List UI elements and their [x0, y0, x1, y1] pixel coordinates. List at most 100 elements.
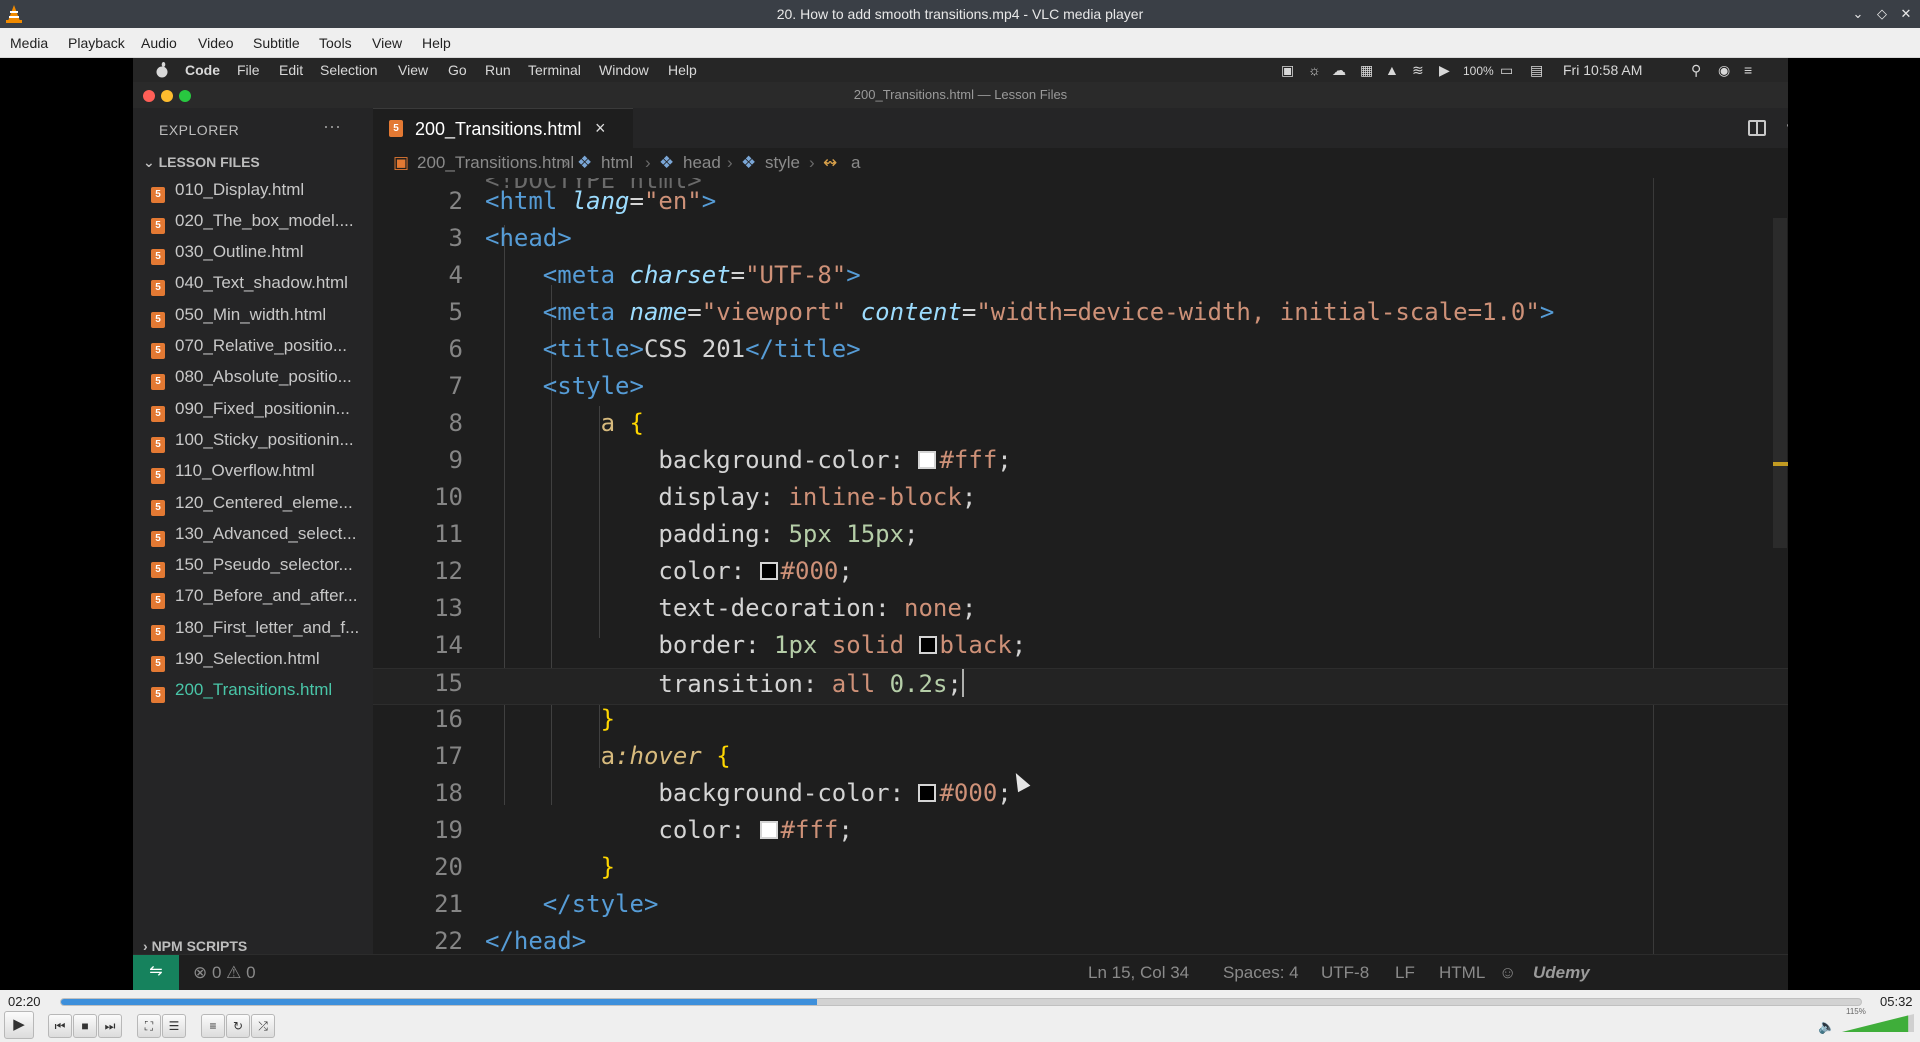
line-number: 14 — [434, 631, 463, 659]
line-number: 22 — [434, 927, 463, 954]
code-text: text-decoration: none; — [658, 594, 977, 622]
shuffle-button[interactable]: ⤮ — [251, 1014, 275, 1038]
seek-bar[interactable] — [60, 998, 1862, 1006]
code-line: 3 <head> — [373, 224, 1788, 261]
code-text: color: #000; — [658, 557, 853, 585]
skip-back-icon: ⏮ — [54, 1019, 66, 1033]
breadcrumb-file: 200_Transitions.html — [417, 153, 575, 172]
play-button[interactable]: ▶ — [4, 1011, 34, 1039]
speaker-icon[interactable]: 🔈 — [1818, 1018, 1835, 1035]
breadcrumb: ▣ 200_Transitions.html › ❖ html › ❖ head… — [373, 148, 1788, 178]
file-name: 120_Centered_eleme... — [175, 493, 353, 512]
file-name: 170_Before_and_after... — [175, 586, 358, 605]
code-text: padding: 5px 15px; — [658, 520, 919, 548]
file-name: 090_Fixed_positionin... — [175, 399, 350, 418]
previous-button[interactable]: ⏮ — [48, 1014, 72, 1038]
color-swatch — [759, 821, 778, 839]
battery-icon: ▭ — [1500, 62, 1514, 78]
wifi-icon: ≋ — [1412, 62, 1424, 78]
mac-menu-view: View — [398, 62, 429, 78]
editor-tabbar: 5 200_Transitions.html × ··· — [373, 108, 1788, 148]
file-item: 5 110_Overflow.html — [151, 461, 371, 485]
mac-menu-help: Help — [668, 62, 697, 78]
code-text: </head> — [485, 927, 587, 954]
vscode-statusbar: ⇋ ⊗ 0 ⚠ 0 Ln 15, Col 34 Spaces: 4 UTF-8 … — [133, 954, 1788, 990]
element-icon: ❖ — [577, 153, 593, 172]
remote-icon: ⇋ — [133, 955, 179, 990]
minimize-icon[interactable]: ⌄ — [1848, 4, 1868, 24]
code-line: 19 color: #fff; — [373, 816, 1788, 853]
screen-record-icon: ▣ — [1281, 62, 1295, 78]
skip-forward-icon: ⏭ — [104, 1019, 116, 1033]
volume-slider[interactable] — [1842, 1010, 1914, 1032]
menu-help[interactable]: Help — [422, 35, 451, 51]
code-text: } — [600, 705, 616, 733]
indentation-status: Spaces: 4 — [1223, 963, 1299, 982]
file-name: 080_Absolute_positio... — [175, 367, 352, 386]
file-item: 5 020_The_box_model.... — [151, 211, 371, 235]
line-number: 6 — [448, 335, 463, 363]
chevron-right-icon: › — [143, 938, 148, 954]
code-text: <head> — [485, 224, 572, 252]
menu-tools[interactable]: Tools — [319, 35, 352, 51]
mac-menu-edit: Edit — [279, 62, 304, 78]
lesson-files-section: ⌄ LESSON FILES — [143, 154, 260, 171]
code-text: <meta name="viewport" content="width=dev… — [542, 298, 1555, 326]
html-file-icon: 5 — [151, 531, 165, 547]
file-item: 5 120_Centered_eleme... — [151, 493, 371, 517]
element-icon: ❖ — [741, 153, 757, 172]
html-file-icon: 5 — [151, 218, 165, 234]
code-text: background-color: #fff; — [658, 446, 1012, 474]
stop-button[interactable]: ■ — [73, 1014, 97, 1038]
chevron-down-icon: ⌄ — [143, 154, 155, 170]
language-status: HTML — [1439, 963, 1486, 982]
code-line: 21 </style> — [373, 890, 1788, 927]
file-item: 5 090_Fixed_positionin... — [151, 399, 371, 423]
menu-playback[interactable]: Playback — [68, 35, 125, 51]
cloud-icon: ☁ — [1332, 62, 1346, 78]
vscode-window-title: 200_Transitions.html — Lesson Files — [853, 87, 1068, 102]
mac-menu-window: Window — [599, 62, 649, 78]
close-icon[interactable]: ✕ — [1896, 4, 1916, 24]
vlc-titlebar: 20. How to add smooth transitions.mp4 - … — [0, 0, 1920, 28]
file-item: 5 080_Absolute_positio... — [151, 367, 371, 391]
menu-video[interactable]: Video — [198, 35, 234, 51]
explorer-more-icon: ··· — [323, 116, 341, 136]
code-line: 17 a:hover { — [373, 742, 1788, 779]
video-area[interactable]: Code File Edit Selection View Go Run Ter… — [0, 58, 1920, 990]
extended-settings-button[interactable]: ☰ — [162, 1014, 186, 1038]
menu-subtitle[interactable]: Subtitle — [253, 35, 300, 51]
editor-scrollbar — [1773, 218, 1787, 548]
line-number: 18 — [434, 779, 463, 807]
tab-close-icon: × — [595, 118, 606, 138]
line-number: 10 — [434, 483, 463, 511]
mac-menu-run: Run — [485, 62, 511, 78]
playlist-button[interactable]: ≡ — [201, 1014, 225, 1038]
line-number: 15 — [434, 669, 463, 697]
file-name: 040_Text_shadow.html — [175, 273, 348, 292]
line-number: 7 — [448, 372, 463, 400]
loop-button[interactable]: ↻ — [226, 1014, 250, 1038]
html-file-icon: 5 — [151, 343, 165, 359]
seek-progress — [61, 999, 817, 1005]
selector-icon: ↭ — [823, 153, 838, 172]
code-text: background-color: #000; — [658, 779, 1012, 807]
grid-icon: ▦ — [1360, 62, 1374, 78]
menu-media[interactable]: Media — [10, 35, 48, 51]
line-number: 16 — [434, 705, 463, 733]
display-icon: ▤ — [1530, 62, 1544, 78]
file-item: 5 030_Outline.html — [151, 242, 371, 266]
line-number: 12 — [434, 557, 463, 585]
menu-view[interactable]: View — [372, 35, 402, 51]
fullscreen-button[interactable]: ⛶ — [137, 1014, 161, 1038]
shuffle-icon: ⤮ — [258, 1019, 268, 1033]
file-item: 5 150_Pseudo_selector... — [151, 555, 371, 579]
file-item: 5 130_Advanced_select... — [151, 524, 371, 548]
code-text: </style> — [542, 890, 659, 918]
menu-audio[interactable]: Audio — [141, 35, 177, 51]
next-button[interactable]: ⏭ — [98, 1014, 122, 1038]
stop-icon: ■ — [81, 1019, 89, 1033]
file-name: 200_Transitions.html — [175, 680, 333, 699]
code-line: 16 } — [373, 705, 1788, 742]
restore-icon[interactable]: ◇ — [1872, 4, 1892, 24]
